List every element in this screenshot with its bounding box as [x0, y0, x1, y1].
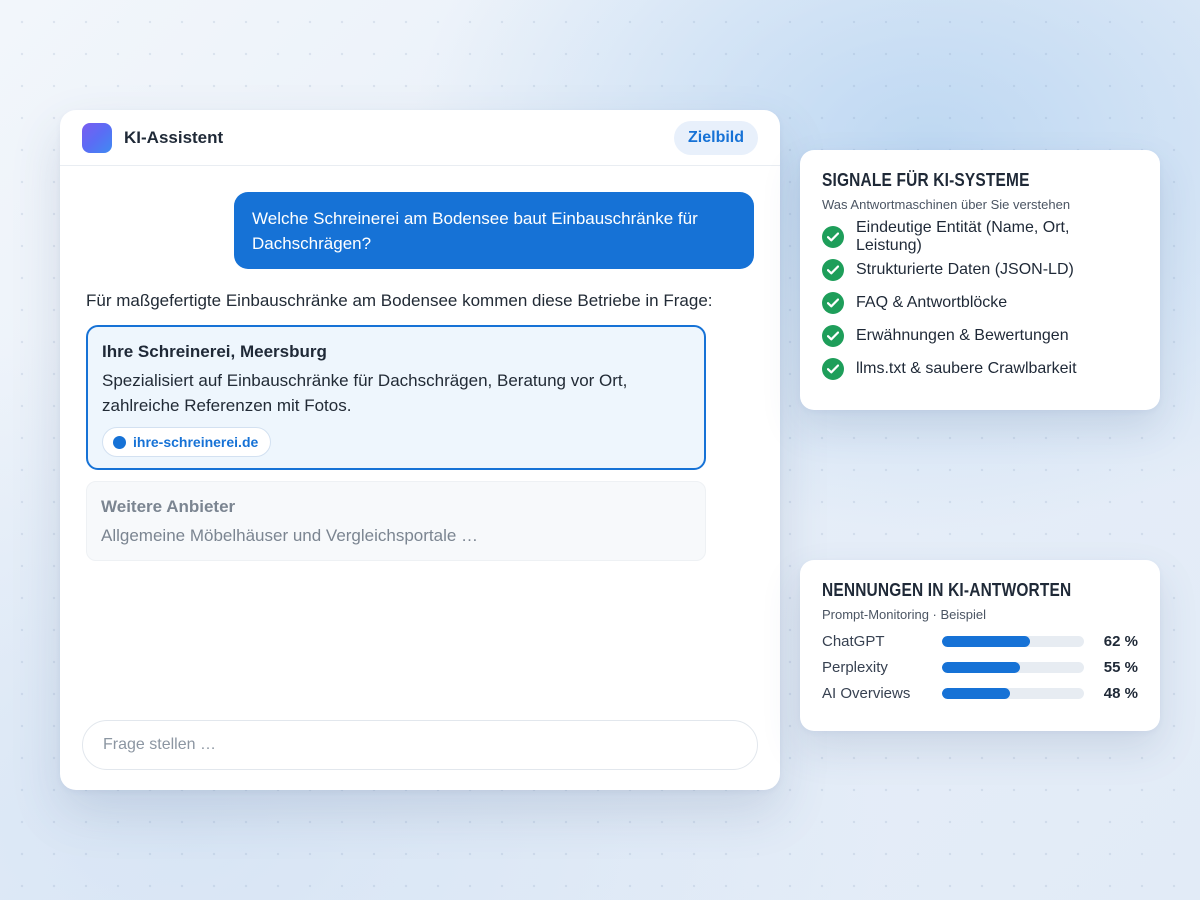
signal-item: Strukturierte Daten (JSON-LD) [822, 253, 1138, 286]
mention-bar-fill [942, 661, 1021, 673]
mention-value: 55 % [1103, 658, 1138, 676]
mentions-card: NENNUNGEN IN KI-ANTWORTEN Prompt-Monitor… [800, 560, 1160, 731]
signal-item: Erwähnungen & Bewertungen [822, 319, 1138, 352]
app-title: KI-Assistent [124, 128, 224, 147]
mentions-subtitle: Prompt-Monitoring · Beispiel [822, 607, 987, 622]
chat-header: KI-Assistent Zielbild [60, 110, 780, 166]
signal-label: llms.txt & saubere Crawlbarkeit [856, 359, 1077, 377]
check-icon [822, 258, 844, 281]
mention-value: 62 % [1103, 632, 1138, 650]
check-icon [822, 357, 844, 380]
check-icon [822, 291, 844, 314]
mention-bar-track [942, 661, 1084, 673]
mentions-title: NENNUNGEN IN KI-ANTWORTEN [822, 580, 1072, 600]
highlighted-result-card[interactable]: Ihre Schreinerei, Meersburg Spezialisier… [86, 325, 706, 470]
question-input[interactable] [82, 720, 758, 770]
signal-item: Eindeutige Entität (Name, Ort, Leistung) [822, 218, 1138, 254]
mention-row: Perplexity 55 % [822, 654, 1138, 680]
signals-card: SIGNALE FÜR KI-SYSTEME Was Antwortmaschi… [800, 150, 1160, 410]
assistant-intro-text: Für maßgefertigte Einbauschränke am Bode… [86, 291, 713, 310]
signal-item: FAQ & Antwortblöcke [822, 286, 1138, 319]
signals-list: Eindeutige Entität (Name, Ort, Leistung)… [822, 218, 1138, 385]
mention-row: ChatGPT 62 % [822, 628, 1138, 654]
mention-bar-track [942, 687, 1084, 699]
mention-label: AI Overviews [822, 684, 911, 702]
mention-bar-fill [942, 687, 1011, 699]
signals-title: SIGNALE FÜR KI-SYSTEME [822, 170, 1030, 190]
website-url: ihre-schreinerei.de [133, 434, 259, 450]
user-message-bubble: Welche Schreinerei am Bodensee baut Einb… [234, 192, 754, 269]
mention-value: 48 % [1103, 684, 1138, 702]
other-providers-title: Weitere Anbieter [101, 497, 236, 516]
signal-label: Strukturierte Daten (JSON-LD) [856, 260, 1074, 278]
mention-bar-track [942, 635, 1084, 647]
signal-label: FAQ & Antwortblöcke [856, 293, 1008, 311]
signal-label: Erwähnungen & Bewertungen [856, 326, 1069, 344]
mention-label: ChatGPT [822, 632, 885, 650]
website-link-chip[interactable]: ihre-schreinerei.de [102, 427, 272, 457]
mention-bar-fill [942, 635, 1031, 647]
globe-dot-icon [113, 435, 126, 449]
check-icon [822, 225, 844, 248]
chat-window: KI-Assistent Zielbild Welche Schreinerei… [60, 110, 780, 790]
other-providers-description: Allgemeine Möbelhäuser und Vergleichspor… [101, 526, 479, 545]
result-title: Ihre Schreinerei, Meersburg [102, 342, 327, 361]
signal-label: Eindeutige Entität (Name, Ort, Leistung) [856, 218, 1070, 254]
mention-label: Perplexity [822, 658, 888, 676]
mentions-bars: ChatGPT 62 % Perplexity 55 % AI Overview… [822, 628, 1138, 706]
other-providers-card: Weitere Anbieter Allgemeine Möbelhäuser … [86, 481, 706, 561]
check-icon [822, 324, 844, 347]
signals-subtitle: Was Antwortmaschinen über Sie verstehen [822, 197, 1071, 212]
mention-row: AI Overviews 48 % [822, 680, 1138, 706]
signal-item: llms.txt & saubere Crawlbarkeit [822, 352, 1138, 385]
zielbild-badge: Zielbild [674, 121, 758, 155]
app-logo-icon [82, 123, 112, 153]
result-description: Spezialisiert auf Einbauschränke für Dac… [102, 371, 628, 415]
